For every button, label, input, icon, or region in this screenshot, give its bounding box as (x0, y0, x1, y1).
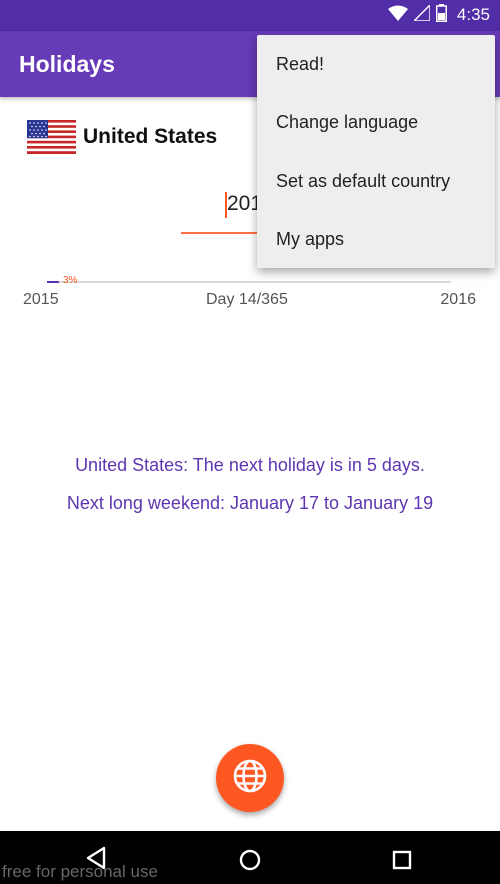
year-progress-bar (47, 281, 451, 283)
menu-item-read[interactable]: Read! (257, 35, 495, 93)
menu-item-set-default-country[interactable]: Set as default country (257, 152, 495, 210)
progress-day-counter: Day 14/365 (206, 291, 288, 308)
signal-icon (412, 2, 431, 26)
status-time: 4:35 (456, 5, 490, 24)
long-weekend-message: Next long weekend: January 17 to January… (66, 493, 434, 513)
recents-icon[interactable] (392, 850, 412, 875)
progress-start-year: 2015 (23, 291, 59, 308)
globe-icon (232, 758, 268, 799)
country-selector[interactable]: United States (27, 120, 217, 154)
year-progress-percent: 3% (63, 275, 78, 286)
wifi-icon (387, 5, 408, 26)
screen: 4:35 Holidays United States 201 3% 2015 … (0, 0, 500, 884)
progress-end-year: 2016 (440, 291, 476, 308)
menu-item-change-language[interactable]: Change language (257, 93, 495, 151)
us-flag-icon (27, 120, 76, 154)
overflow-menu: Read! Change language Set as default cou… (257, 35, 495, 268)
watermark-text: free for personal use (2, 862, 158, 881)
menu-item-my-apps[interactable]: My apps (257, 210, 495, 268)
status-bar: 4:35 (0, 0, 500, 31)
app-title: Holidays (19, 51, 115, 77)
home-icon[interactable] (238, 848, 262, 877)
globe-fab-button[interactable] (216, 744, 284, 812)
next-holiday-message: United States: The next holiday is in 5 … (75, 455, 425, 475)
country-name: United States (83, 125, 218, 148)
status-icons: 4:35 (387, 2, 490, 27)
text-cursor (225, 192, 227, 218)
battery-icon (435, 3, 447, 27)
year-progress-fill (47, 281, 60, 283)
